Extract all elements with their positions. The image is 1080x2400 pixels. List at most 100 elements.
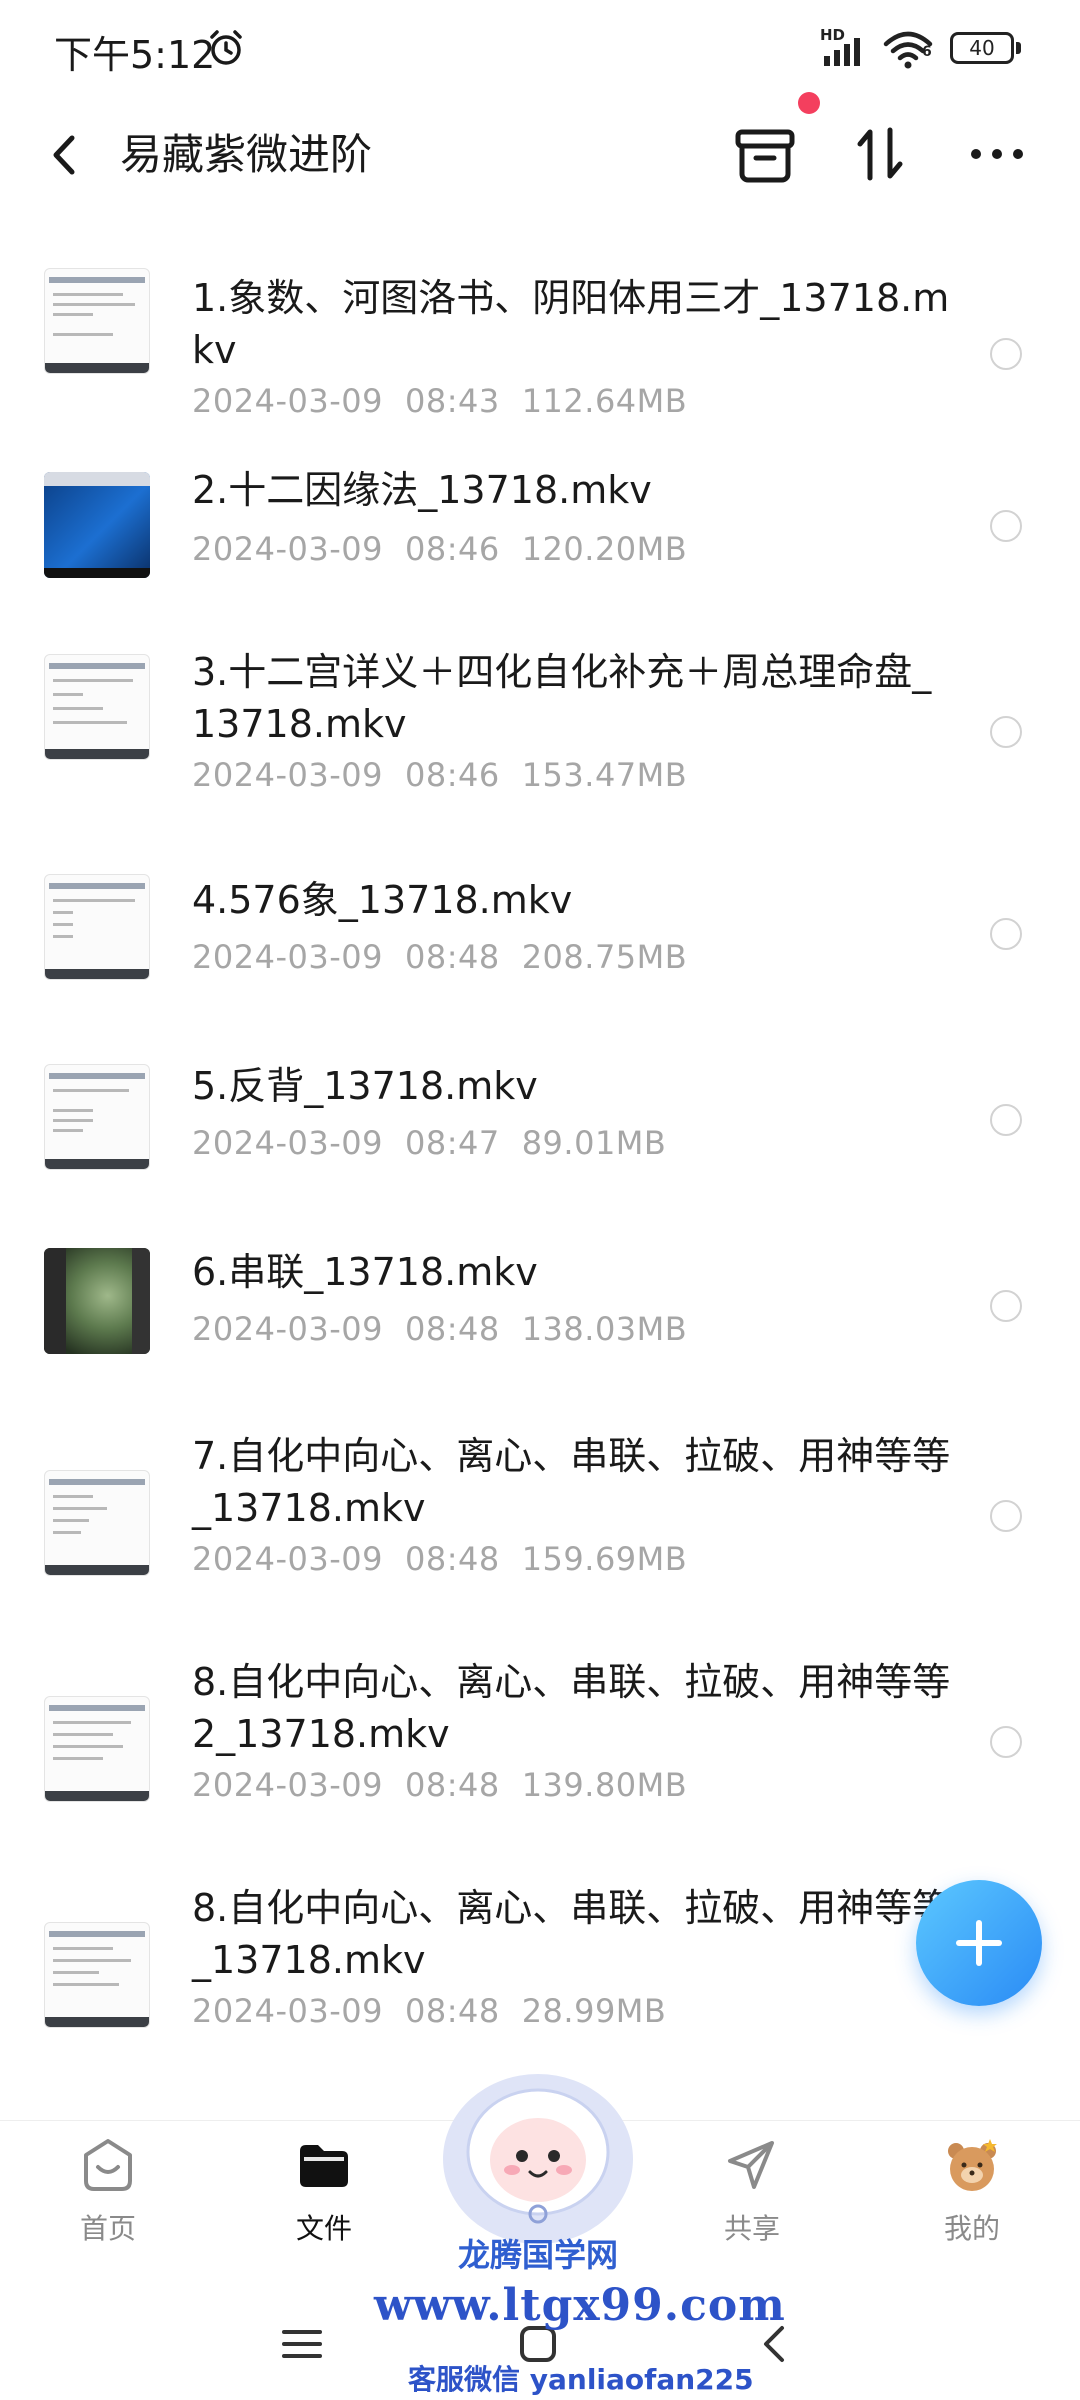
file-name: 5.反背_13718.mkv xyxy=(192,1064,538,1108)
nav-item-home[interactable]: 首页 xyxy=(28,2121,188,2261)
file-time: 08:46 xyxy=(404,756,500,794)
file-date: 2024-03-09 xyxy=(192,530,383,568)
video-thumbnail xyxy=(44,874,150,980)
status-time: 下午5:12 xyxy=(54,33,216,77)
file-row[interactable]: 8.自化中向心、离心、串联、拉破、用神等等2_13718.mkv 2024-03… xyxy=(0,1656,1080,1826)
file-name: 8.自化中向心、离心、串联、拉破、用神等等2_13718.mkv xyxy=(192,1660,951,1756)
file-size: 139.80MB xyxy=(521,1766,688,1804)
nav-label-home: 首页 xyxy=(79,2212,136,2245)
watermark-contact: 客服微信 yanliaofan225 xyxy=(408,2363,754,2396)
nav-item-files[interactable]: 文件 xyxy=(244,2121,404,2261)
file-date: 2024-03-09 xyxy=(192,1310,383,1348)
file-row[interactable]: 7.自化中向心、离心、串联、拉破、用神等等_13718.mkv 2024-03-… xyxy=(0,1430,1080,1600)
sort-button[interactable] xyxy=(846,118,916,190)
select-radio[interactable] xyxy=(990,1104,1022,1136)
file-name: 1.象数、河图洛书、阴阳体用三才_13718.mkv xyxy=(192,276,950,372)
file-date: 2024-03-09 xyxy=(192,1124,383,1162)
alarm-icon xyxy=(210,30,242,65)
page-title: 易藏紫微进阶 xyxy=(120,130,373,179)
nav-label-share: 共享 xyxy=(723,2212,780,2245)
file-meta: 2024-03-09 08:47 89.01MB xyxy=(192,1124,688,1162)
recent-apps-icon[interactable] xyxy=(272,2314,332,2374)
home-icon xyxy=(84,2139,132,2191)
nav-item-share[interactable]: 共享 xyxy=(672,2121,832,2261)
file-time: 08:48 xyxy=(404,1310,500,1348)
file-time: 08:43 xyxy=(404,382,500,420)
file-meta: 2024-03-09 08:48 159.69MB xyxy=(192,1540,709,1578)
nav-label-files: 文件 xyxy=(295,2212,352,2245)
file-date: 2024-03-09 xyxy=(192,1540,383,1578)
video-thumbnail xyxy=(44,1248,150,1354)
file-time: 08:48 xyxy=(404,1540,500,1578)
select-radio[interactable] xyxy=(990,510,1022,542)
share-send-icon xyxy=(728,2141,774,2189)
nav-item-mine[interactable]: 我的 xyxy=(892,2121,1052,2261)
select-radio[interactable] xyxy=(990,1500,1022,1532)
select-radio[interactable] xyxy=(990,1726,1022,1758)
bear-avatar-icon xyxy=(948,2139,997,2191)
file-name: 3.十二宫详义＋四化自化补充＋周总理命盘_13718.mkv xyxy=(192,650,932,746)
file-name: 7.自化中向心、离心、串联、拉破、用神等等_13718.mkv xyxy=(192,1434,951,1530)
mascot-icon xyxy=(443,2074,633,2244)
select-radio[interactable] xyxy=(990,1290,1022,1322)
select-radio[interactable] xyxy=(990,918,1022,950)
file-date: 2024-03-09 xyxy=(192,756,383,794)
file-size: 89.01MB xyxy=(521,1124,667,1162)
file-size: 28.99MB xyxy=(521,1992,667,2030)
file-date: 2024-03-09 xyxy=(192,938,383,976)
file-time: 08:48 xyxy=(404,1992,500,2030)
file-meta: 2024-03-09 08:46 120.20MB xyxy=(192,530,709,568)
signal-icon xyxy=(824,38,860,66)
file-meta: 2024-03-09 08:48 28.99MB xyxy=(192,1992,688,2030)
file-date: 2024-03-09 xyxy=(192,1992,383,2030)
video-thumbnail xyxy=(44,268,150,374)
file-meta: 2024-03-09 08:43 112.64MB xyxy=(192,382,709,420)
video-thumbnail xyxy=(44,1922,150,2028)
select-radio[interactable] xyxy=(990,716,1022,748)
file-time: 08:48 xyxy=(404,938,500,976)
file-name: 8.自化中向心、离心、串联、拉破、用神等等_13718.mkv xyxy=(192,1886,951,1982)
video-thumbnail xyxy=(44,472,150,578)
video-thumbnail xyxy=(44,1470,150,1576)
file-name: 6.串联_13718.mkv xyxy=(192,1250,538,1294)
file-size: 112.64MB xyxy=(521,382,688,420)
screen: 下午5:12 HD 6 40 易藏紫微进阶 1.象数、河图洛书、阴阳体用三才_1… xyxy=(0,0,1080,2400)
file-meta: 2024-03-09 08:48 139.80MB xyxy=(192,1766,709,1804)
file-meta: 2024-03-09 08:48 208.75MB xyxy=(192,938,709,976)
file-name: 2.十二因缘法_13718.mkv xyxy=(192,468,652,512)
wifi-6-label: 6 xyxy=(922,44,932,60)
battery-icon: 40 xyxy=(950,32,1014,64)
watermark-url: www.ltgx99.com xyxy=(374,2280,786,2331)
back-button[interactable] xyxy=(40,120,90,190)
file-size: 153.47MB xyxy=(521,756,688,794)
file-meta: 2024-03-09 08:48 138.03MB xyxy=(192,1310,709,1348)
battery-cap xyxy=(1016,42,1021,54)
video-thumbnail xyxy=(44,1696,150,1802)
file-name: 4.576象_13718.mkv xyxy=(192,878,573,922)
file-row[interactable]: 5.反背_13718.mkv 2024-03-09 08:47 89.01MB xyxy=(0,1060,1080,1190)
file-row[interactable]: 2.十二因缘法_13718.mkv 2024-03-09 08:46 120.20M… xyxy=(0,464,1080,594)
watermark-title: 龙腾国学网 xyxy=(458,2236,619,2274)
archive-button[interactable] xyxy=(730,118,800,190)
video-thumbnail xyxy=(44,1064,150,1170)
add-fab-button[interactable] xyxy=(916,1880,1042,2006)
more-options-icon[interactable] xyxy=(962,118,1032,190)
file-row[interactable]: 3.十二宫详义＋四化自化补充＋周总理命盘_13718.mkv 2024-03-0… xyxy=(0,646,1080,816)
file-size: 159.69MB xyxy=(521,1540,688,1578)
file-time: 08:48 xyxy=(404,1766,500,1804)
file-row[interactable]: 6.串联_13718.mkv 2024-03-09 08:48 138.03MB xyxy=(0,1246,1080,1376)
file-row[interactable]: 8.自化中向心、离心、串联、拉破、用神等等_13718.mkv 2024-03-… xyxy=(0,1882,1080,2052)
battery-text: 40 xyxy=(969,36,995,60)
status-bar: 下午5:12 HD 6 40 xyxy=(0,0,1080,96)
file-row[interactable]: 4.576象_13718.mkv 2024-03-09 08:48 208.75MB xyxy=(0,874,1080,1004)
file-date: 2024-03-09 xyxy=(192,1766,383,1804)
notification-dot xyxy=(798,92,820,114)
select-radio[interactable] xyxy=(990,338,1022,370)
video-thumbnail xyxy=(44,654,150,760)
file-date: 2024-03-09 xyxy=(192,382,383,420)
file-size: 138.03MB xyxy=(521,1310,688,1348)
file-row[interactable]: 1.象数、河图洛书、阴阳体用三才_13718.mkv 2024-03-09 08:… xyxy=(0,246,1080,420)
file-time: 08:47 xyxy=(404,1124,500,1162)
file-time: 08:46 xyxy=(404,530,500,568)
file-size: 208.75MB xyxy=(521,938,688,976)
